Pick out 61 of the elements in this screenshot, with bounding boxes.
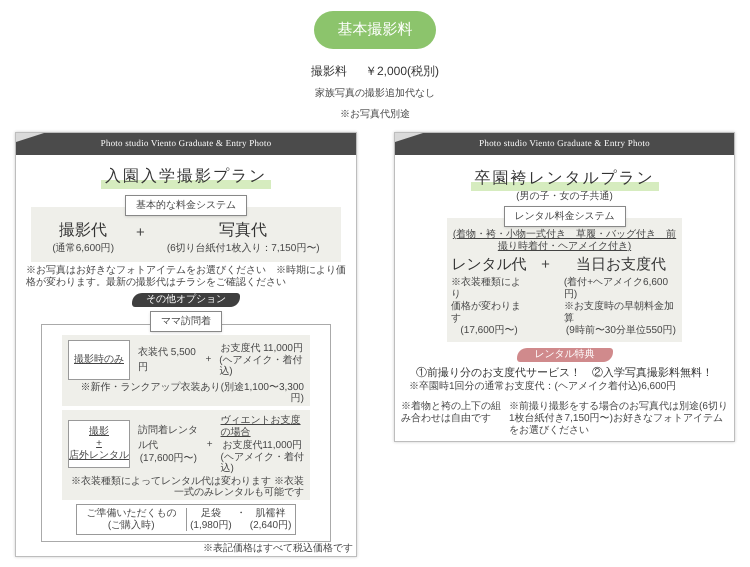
section-label: レンタル料金システム [504,206,626,227]
price-detail: (17,600円〜) [460,324,518,336]
price-detail: 価格が変わります [451,300,522,324]
plan-title: 入園入学撮影プラン [101,165,271,189]
fee-note: 家族写真の撮影追加代なし [315,86,435,101]
fee-label: 撮影料 [310,63,347,80]
note-text: ※卒園時1回分の通常お支度代：(ヘアメイク着付込)6,600円 [408,381,678,393]
footnote-text: ※着物と袴の上下の組み合わせは自由です [401,401,501,426]
includes-text: (着物・袴・小物一式付き 草履・バッグ付き 前撮り時着付・ヘアメイク付き) [452,229,678,253]
perks-text: ①前撮り分のお支度代サービス！ ②入学写真撮影料無料！ [415,366,714,380]
note-text: ※お写真はお好きなフォトアイテムをお選びください ※時期により価格が変わります。最新の撮影代はチラシをご確認ください [25,264,347,288]
banner-text: Photo studio Viento Graduate & Entry Photo [479,137,650,150]
price-detail: (9時前〜30分単位550円) [566,324,676,336]
price-detail: (通常6,600円) [52,243,114,256]
plan-name: 撮影時のみ [74,354,124,366]
plan-title: 卒園袴レンタルプラン [470,167,658,191]
price-detail: (ヘアメイク・着付込) [220,452,304,474]
perks-label: レンタル特典 [516,348,612,362]
plan-name: 店外レンタル [69,450,129,462]
price-detail: (17,600円〜) [140,452,197,466]
price-detail: (6切り台紙付1枚入り：7,150円〜) [166,243,320,256]
price-name: レンタル代 [452,255,527,275]
fee-note: ※お写真代別途 [340,108,410,122]
plus-sign: + [205,353,212,367]
item-price: (1,980円) [190,520,232,530]
section-label: 基本的な料金システム [125,195,247,216]
item-price: (2,640円) [250,520,292,530]
banner-text: Photo studio Viento Graduate & Entry Photo [100,137,272,150]
price-text: お支度代 11,000円 [220,342,303,354]
prepare-label: ご準備いただくもの [86,508,176,520]
price-detail: ※お支度時の早朝料金加算 [564,300,675,324]
plus-sign: + [136,223,145,243]
page-corner-icon [395,133,423,142]
item-name: 肌襦袢 [256,508,286,520]
plus-sign: + [206,438,213,452]
plus-sign: + [541,255,550,275]
fee-price: ￥2,000(税別) [364,63,440,80]
price-detail: ※衣装種類により [451,276,522,300]
footnote-text: ※前撮り撮影をする場合のお写真代は別途(6切り1枚台紙付き7,150円〜)お好きなフォトアイテムをお選びください [509,401,728,437]
condition-heading: ヴィエントお支度の場合 [220,414,302,438]
price-detail: (ヘアメイク・着付込) [219,355,304,377]
page-corner-icon [16,133,44,142]
price-text: 訪問着レンタル代 [138,424,199,453]
footnote-text: ※表記価格はすべて税込価格です [202,542,354,554]
price-name: 写真代 [219,220,268,241]
note-text: ※新作・ランクアップ衣装あり(別途1,100〜3,300円) [80,382,304,404]
plan-name: 撮影 [89,426,109,438]
item-name: 足袋 [200,508,221,520]
plan-subtitle: (男の子・女の子共通) [516,191,613,203]
price-text: 衣装代 5,500円 [138,346,197,374]
note-text: ※衣装種類によってレンタル代は変わります ※衣装一式のみレンタルも可能です [70,476,304,498]
options-label: その他オプション [132,292,240,306]
separator-dot: ・ [236,508,246,520]
price-text: お支度代11,000円 [222,438,302,452]
price-name: 撮影代 [59,221,108,241]
section-label: ママ訪問着 [150,310,222,332]
price-detail: (着付+ヘアメイク6,600円) [564,276,670,300]
price-name: 当日お支度代 [576,255,666,275]
plan-name: + [96,438,102,450]
prepare-detail: (ご購入時) [108,520,155,530]
section-heading-badge: 基本撮影料 [314,11,436,49]
